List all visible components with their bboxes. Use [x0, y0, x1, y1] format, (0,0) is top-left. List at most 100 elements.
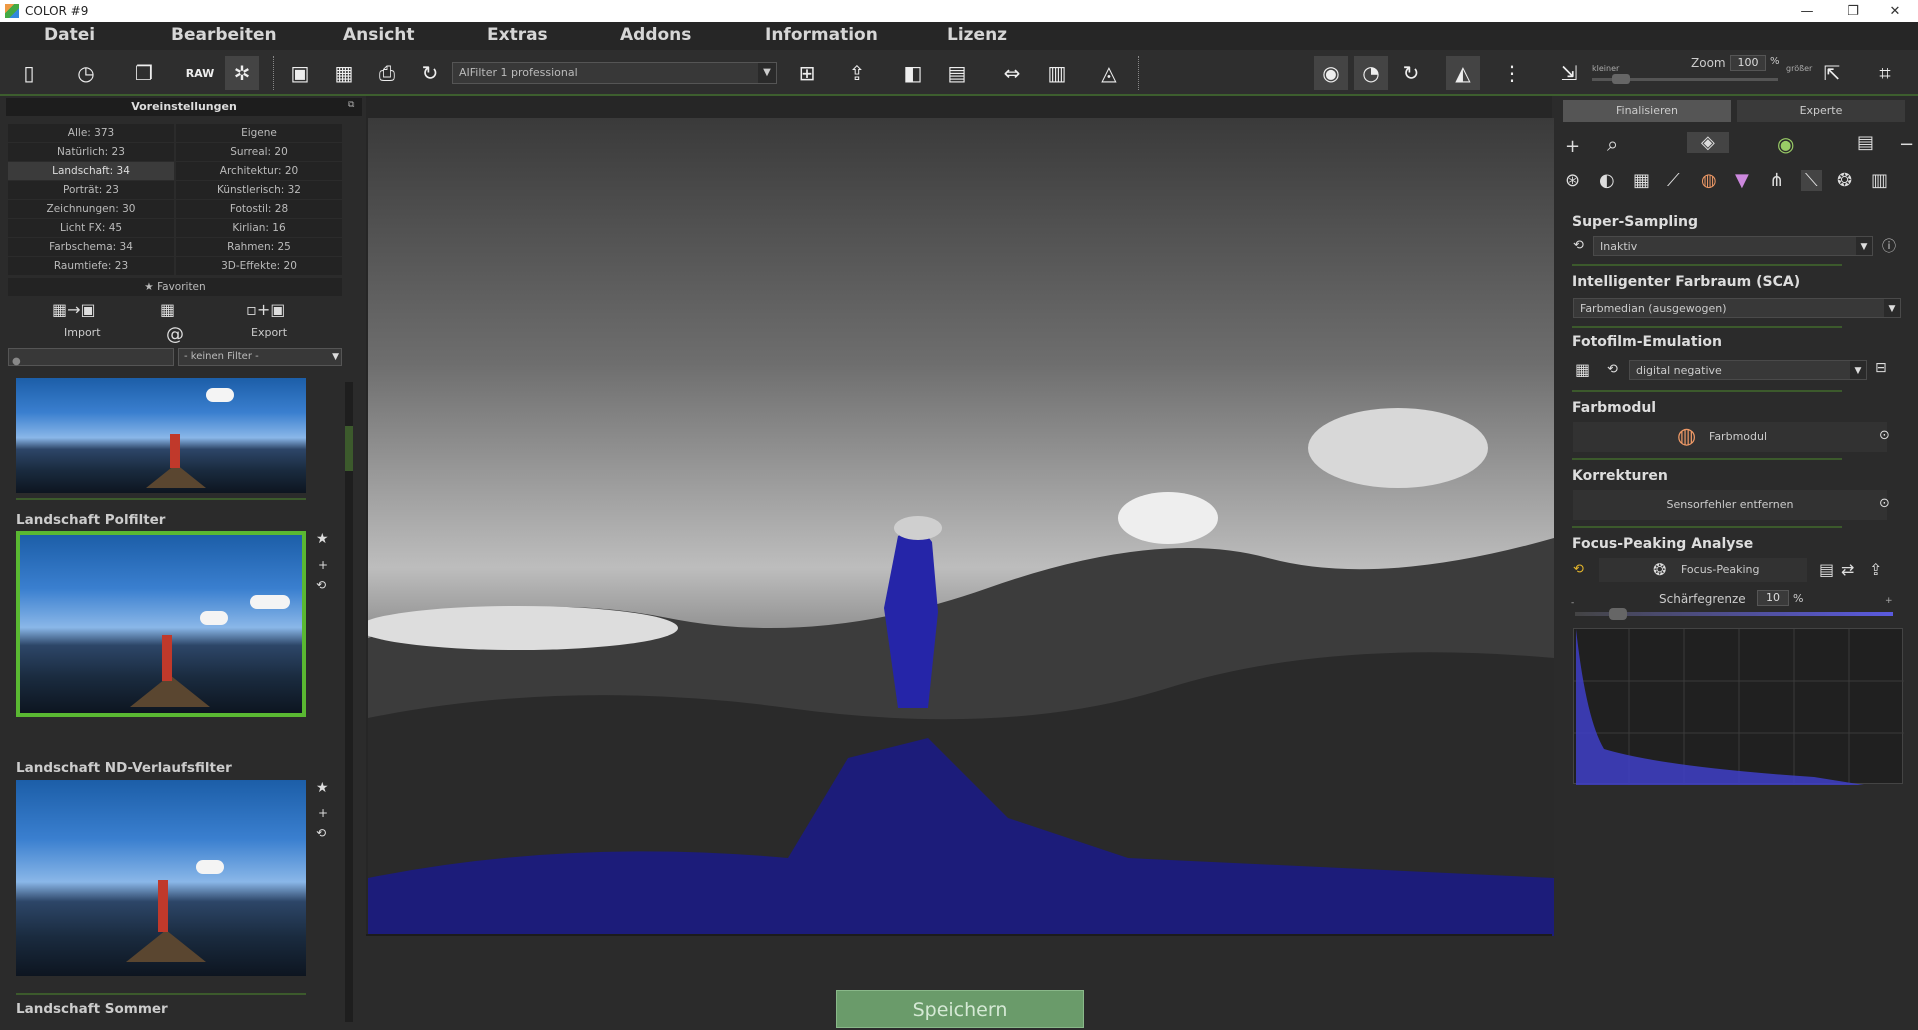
category-raumtiefe[interactable]: Raumtiefe: 23 — [8, 257, 174, 275]
expand-icon[interactable]: ⊙ — [1879, 496, 1890, 511]
sharpen-icon[interactable]: ⟋ — [1667, 170, 1680, 191]
document-icon[interactable]: ▥ — [1871, 170, 1888, 191]
zoom-in-icon[interactable]: ⇱ — [1815, 56, 1849, 90]
threshold-input[interactable]: 10 — [1757, 590, 1789, 606]
sensor-defects-button[interactable]: Sensorfehler entfernen — [1573, 490, 1887, 520]
refresh-icon[interactable]: ⟲ — [1573, 562, 1584, 577]
search-input[interactable]: ● — [8, 348, 174, 367]
focus-peaking-button[interactable]: ❂ Focus-Peaking — [1599, 558, 1807, 582]
import-icon[interactable]: ▦→▣ — [52, 300, 96, 319]
category-rahmen[interactable]: Rahmen: 25 — [176, 238, 342, 256]
film-select[interactable]: digital negative ▼ — [1629, 360, 1867, 380]
selection-icon[interactable]: ◈ — [1687, 132, 1729, 153]
email-icon[interactable]: @ — [166, 324, 184, 345]
sca-select[interactable]: Farbmedian (ausgewogen) ▼ — [1573, 298, 1901, 318]
close-button[interactable]: ✕ — [1872, 0, 1918, 22]
save-icon[interactable]: ▣ — [283, 56, 317, 90]
new-file-icon[interactable]: ▯ — [12, 56, 46, 90]
zoom-slider-handle[interactable] — [1612, 74, 1630, 84]
category-landschaft[interactable]: Landschaft: 34 — [8, 162, 174, 180]
filter-select[interactable]: - keinen Filter - ▼ — [178, 348, 342, 366]
save-all-icon[interactable]: ▦ — [327, 56, 361, 90]
maximize-button[interactable]: ❐ — [1830, 0, 1876, 22]
preview-eye-icon[interactable]: ◉ — [1314, 56, 1348, 90]
refresh-icon[interactable]: ⟲ — [316, 826, 326, 840]
print-icon[interactable]: ⎙ — [370, 56, 404, 90]
category-kuenstlerisch[interactable]: Künstlerisch: 32 — [176, 181, 342, 199]
zoom-input[interactable]: 100 — [1730, 55, 1766, 71]
menu-addons[interactable]: Addons — [620, 25, 691, 45]
resize-icon[interactable]: ⇔ — [995, 56, 1029, 90]
category-kirlian[interactable]: Kirlian: 16 — [176, 219, 342, 237]
category-licht-fx[interactable]: Licht FX: 45 — [8, 219, 174, 237]
preset-thumb-polfilter[interactable] — [16, 531, 306, 717]
zoom-out-icon[interactable]: ⇲ — [1552, 56, 1586, 90]
export-icon[interactable]: ⇪ — [1869, 560, 1882, 579]
search-icon[interactable]: ⌕ — [1607, 132, 1618, 156]
histogram-icon[interactable]: ◬ — [1092, 56, 1126, 90]
favorite-star-icon[interactable]: ★ — [316, 531, 329, 547]
overlay-icon[interactable]: ▤ — [1819, 560, 1834, 579]
info-icon[interactable]: ⓘ — [1882, 236, 1896, 256]
film-settings-icon[interactable]: ⊟ — [1875, 360, 1887, 376]
color-module-button[interactable]: ◍ Farbmodul — [1573, 422, 1887, 452]
import-settings-icon[interactable]: ▦ — [160, 300, 175, 319]
expand-icon[interactable]: ⊙ — [1879, 428, 1890, 443]
menu-extras[interactable]: Extras — [487, 25, 548, 45]
category-surreal[interactable]: Surreal: 20 — [176, 143, 342, 161]
category-natuerlich[interactable]: Natürlich: 23 — [8, 143, 174, 161]
export-icon[interactable]: ⇪ — [840, 56, 874, 90]
menu-information[interactable]: Information — [765, 25, 878, 45]
ai-filter-select[interactable]: AIFilter 1 professional ▼ — [452, 62, 777, 84]
category-zeichnungen[interactable]: Zeichnungen: 30 — [8, 200, 174, 218]
menu-datei[interactable]: Datei — [44, 25, 95, 45]
category-eigene[interactable]: Eigene — [176, 124, 342, 142]
layers-icon[interactable]: ▤ — [1857, 132, 1874, 153]
contrast-icon[interactable]: ◐ — [1599, 170, 1615, 191]
raw-icon[interactable]: RAW — [183, 56, 217, 90]
layers-icon[interactable]: ◧ — [896, 56, 930, 90]
refresh-icon[interactable]: ⟲ — [1607, 362, 1618, 377]
auto-adjust-icon[interactable]: ◔ — [1354, 56, 1388, 90]
main-image[interactable] — [368, 118, 1554, 936]
share-icon[interactable]: ↻ — [413, 56, 447, 90]
category-alle[interactable]: Alle: 373 — [8, 124, 174, 142]
favorites-button[interactable]: ★ Favoriten — [8, 278, 342, 296]
category-farbschema[interactable]: Farbschema: 34 — [8, 238, 174, 256]
refresh-icon[interactable]: ⟲ — [316, 578, 326, 592]
batch-settings-icon[interactable]: ✲ — [225, 56, 259, 90]
info-icon[interactable]: ▥ — [1040, 56, 1074, 90]
category-architektur[interactable]: Architektur: 20 — [176, 162, 342, 180]
save-button[interactable]: Speichern — [836, 990, 1084, 1028]
grid-toggle-icon[interactable]: ⋮ — [1495, 56, 1529, 90]
gradient-icon[interactable]: ▼ — [1735, 170, 1749, 191]
copy-icon[interactable]: ❐ — [127, 56, 161, 90]
menu-ansicht[interactable]: Ansicht — [343, 25, 415, 45]
refresh-icon[interactable]: ⟲ — [1573, 238, 1584, 253]
color-ring-icon[interactable]: ◍ — [1701, 170, 1717, 191]
split-view-icon[interactable]: ◭ — [1446, 56, 1480, 90]
preset-thumb-1[interactable] — [16, 378, 306, 493]
frame-icon[interactable]: ▤ — [940, 56, 974, 90]
export-preset-icon[interactable]: ▫+▣ — [246, 300, 285, 319]
favorite-star-icon[interactable]: ★ — [316, 780, 329, 796]
menu-lizenz[interactable]: Lizenz — [947, 25, 1007, 45]
threshold-slider-handle[interactable] — [1609, 608, 1627, 620]
undock-icon[interactable]: ⧉ — [348, 100, 354, 110]
brush-icon[interactable]: ⟍ — [1801, 170, 1822, 191]
tab-experte[interactable]: Experte — [1737, 100, 1905, 122]
noise-icon[interactable]: ▦ — [1633, 170, 1650, 191]
super-sampling-select[interactable]: Inaktiv ▼ — [1593, 236, 1873, 256]
category-3d-effekte[interactable]: 3D-Effekte: 20 — [176, 257, 342, 275]
category-portraet[interactable]: Porträt: 23 — [8, 181, 174, 199]
add-icon[interactable]: + — [318, 558, 328, 572]
color-wheel-icon[interactable]: ◉ — [1777, 132, 1794, 156]
add-icon[interactable]: + — [318, 806, 328, 820]
film-grid-icon[interactable]: ▦ — [1575, 360, 1590, 379]
presets-scrollbar[interactable] — [345, 382, 353, 1022]
compare-icon[interactable]: ⊞ — [790, 56, 824, 90]
tab-finalisieren[interactable]: Finalisieren — [1563, 100, 1731, 122]
category-fotostil[interactable]: Fotostil: 28 — [176, 200, 342, 218]
history-icon[interactable]: ◷ — [69, 56, 103, 90]
aperture-icon[interactable]: ❂ — [1837, 170, 1852, 191]
